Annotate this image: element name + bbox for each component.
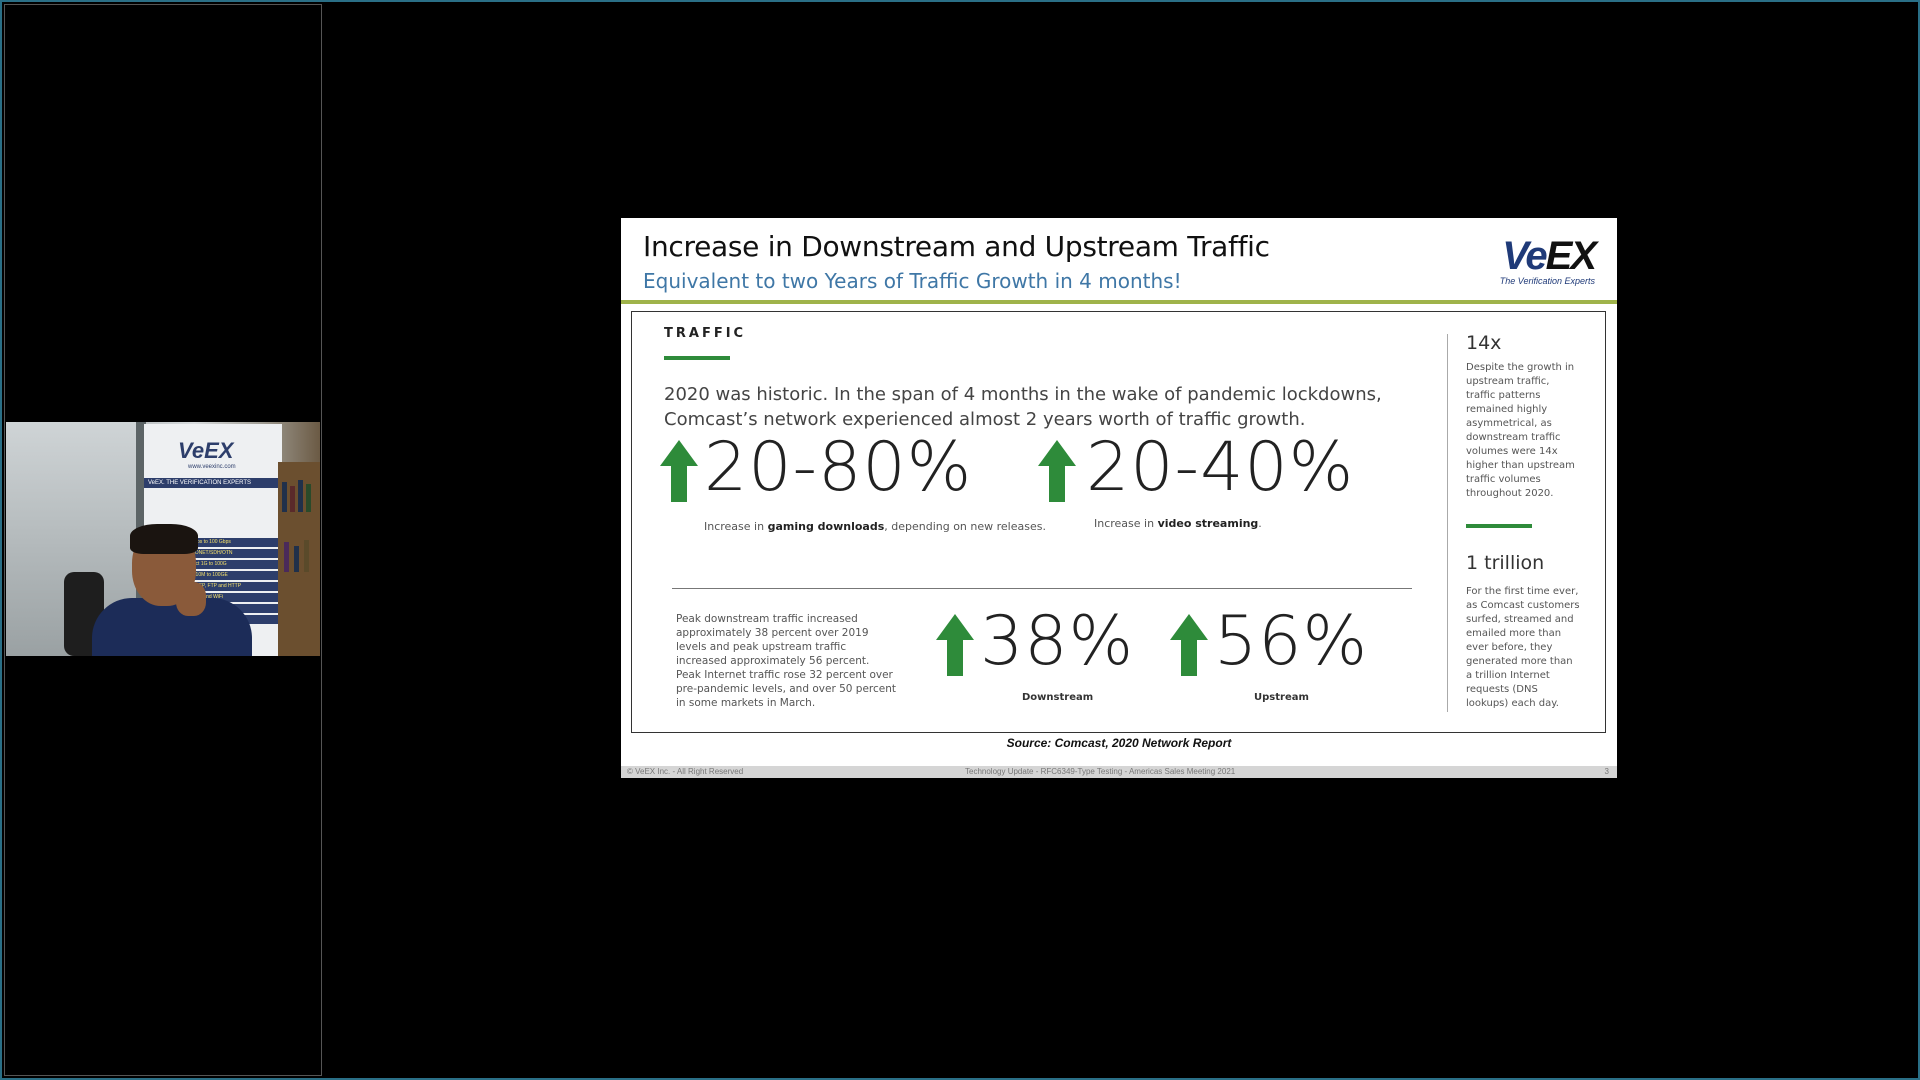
banner-item: et 10M to 100GE bbox=[186, 571, 282, 580]
presenter-hand bbox=[176, 582, 206, 616]
banner-item: nect 1G to 100G bbox=[186, 560, 282, 569]
stat-caption: Increase in video streaming. bbox=[1094, 517, 1262, 530]
logo-tagline: The Verification Experts bbox=[1499, 276, 1595, 286]
stat-value: 38% bbox=[980, 602, 1135, 681]
footer-copyright: © VeEX Inc. - All Right Reserved bbox=[627, 767, 744, 776]
slide-subtitle: Equivalent to two Years of Traffic Growt… bbox=[643, 269, 1182, 293]
header-rule bbox=[621, 300, 1617, 304]
veex-logo: VeEX The Verification Experts bbox=[1499, 234, 1597, 286]
webcam-video[interactable]: VeEX www.veexinc.com VeEX. THE VERIFICAT… bbox=[6, 422, 320, 656]
section-label: TRAFFIC bbox=[664, 326, 747, 341]
bookshelf bbox=[278, 462, 320, 656]
stat-value: 20-40% bbox=[1086, 428, 1355, 507]
presenter-body bbox=[92, 598, 252, 656]
divider bbox=[672, 588, 1412, 589]
slide-footer: © VeEX Inc. - All Right Reserved Technol… bbox=[621, 766, 1617, 778]
side-text-trillion: For the first time ever, as Comcast cust… bbox=[1466, 586, 1580, 709]
source-citation: Source: Comcast, 2020 Network Report bbox=[1006, 736, 1232, 750]
side-stat-14x: 14x bbox=[1466, 332, 1502, 354]
side-divider bbox=[1447, 334, 1448, 712]
footer-page-number: 3 bbox=[1604, 767, 1609, 776]
stat-caption: Downstream bbox=[1022, 692, 1094, 703]
banner-item: Mbps to 100 Gbps bbox=[186, 538, 282, 547]
banner-item: /SONET/SDH/OTN bbox=[186, 549, 282, 558]
stat-value: 20-80% bbox=[704, 428, 973, 507]
content-box: TRAFFIC 2020 was historic. In the span o… bbox=[631, 311, 1606, 733]
side-text-14x: Despite the growth in upstream traffic, … bbox=[1466, 362, 1575, 499]
logo-mark: VeEX bbox=[1500, 234, 1597, 278]
slide-title: Increase in Downstream and Upstream Traf… bbox=[643, 230, 1270, 263]
logo-ex: EX bbox=[1545, 234, 1597, 278]
footer-title: Technology Update - RFC6349-Type Testing… bbox=[965, 767, 1236, 776]
banner-logo: VeEX bbox=[178, 438, 234, 463]
peak-traffic-text: Peak downstream traffic increased approx… bbox=[676, 613, 897, 709]
stat-caption: Upstream bbox=[1254, 692, 1309, 703]
side-rule bbox=[1466, 524, 1532, 528]
banner-site: www.veexinc.com bbox=[188, 464, 236, 470]
stat-value: 56% bbox=[1214, 602, 1369, 681]
section-rule bbox=[664, 356, 730, 360]
stat-caption: Increase in gaming downloads, depending … bbox=[704, 520, 1046, 533]
logo-ve: Ve bbox=[1502, 234, 1547, 278]
intro-text: 2020 was historic. In the span of 4 mont… bbox=[664, 384, 1382, 430]
shared-slide: Increase in Downstream and Upstream Traf… bbox=[621, 218, 1617, 778]
side-stat-trillion: 1 trillion bbox=[1466, 552, 1545, 574]
banner-tagline: VeEX. THE VERIFICATION EXPERTS bbox=[148, 480, 252, 486]
presenter-hair bbox=[130, 524, 198, 554]
